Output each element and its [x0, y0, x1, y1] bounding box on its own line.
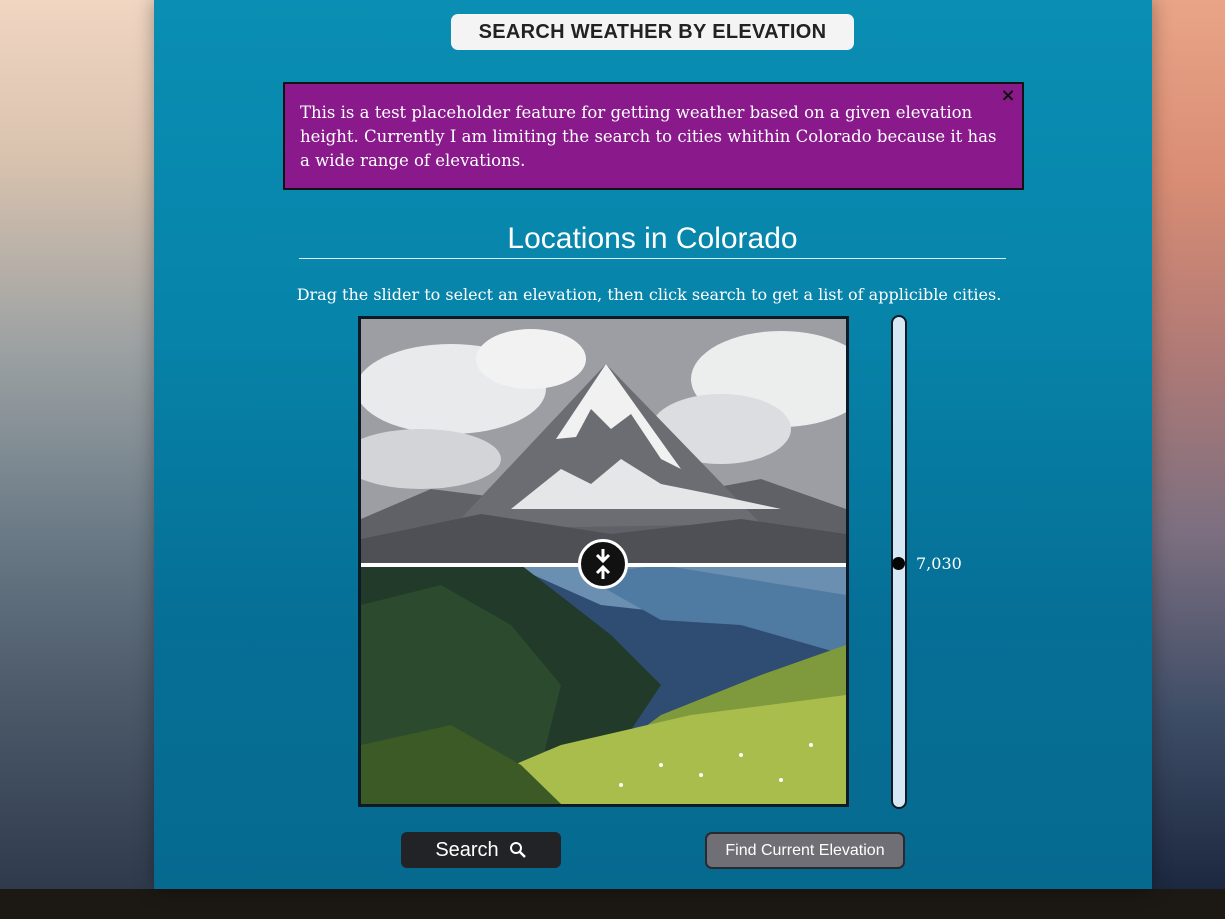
search-icon: [509, 842, 526, 858]
instructions-text: Drag the slider to select an elevation, …: [296, 285, 1002, 304]
notice-banner: This is a test placeholder feature for g…: [283, 82, 1024, 190]
elevation-comparison-image[interactable]: [358, 316, 849, 807]
bottom-bar: [0, 889, 1225, 919]
search-button[interactable]: Search: [401, 832, 561, 868]
elevation-value: 7,030: [916, 554, 962, 573]
notice-text: This is a test placeholder feature for g…: [300, 103, 997, 170]
mountain-peak-image: [361, 319, 846, 565]
green-valley-image: [361, 565, 846, 804]
elevation-slider-thumb[interactable]: [892, 557, 905, 570]
page-background-right: [1150, 0, 1225, 889]
page-title: SEARCH WEATHER BY ELEVATION: [451, 14, 854, 50]
main-panel: SEARCH WEATHER BY ELEVATION This is a te…: [154, 0, 1152, 889]
search-button-label: Search: [435, 838, 499, 861]
section-title: Locations in Colorado: [299, 220, 1006, 259]
split-handle[interactable]: [578, 539, 628, 589]
find-current-elevation-button[interactable]: Find Current Elevation: [705, 832, 905, 869]
compress-arrows-icon: [595, 549, 611, 579]
close-icon[interactable]: ×: [1000, 85, 1016, 106]
